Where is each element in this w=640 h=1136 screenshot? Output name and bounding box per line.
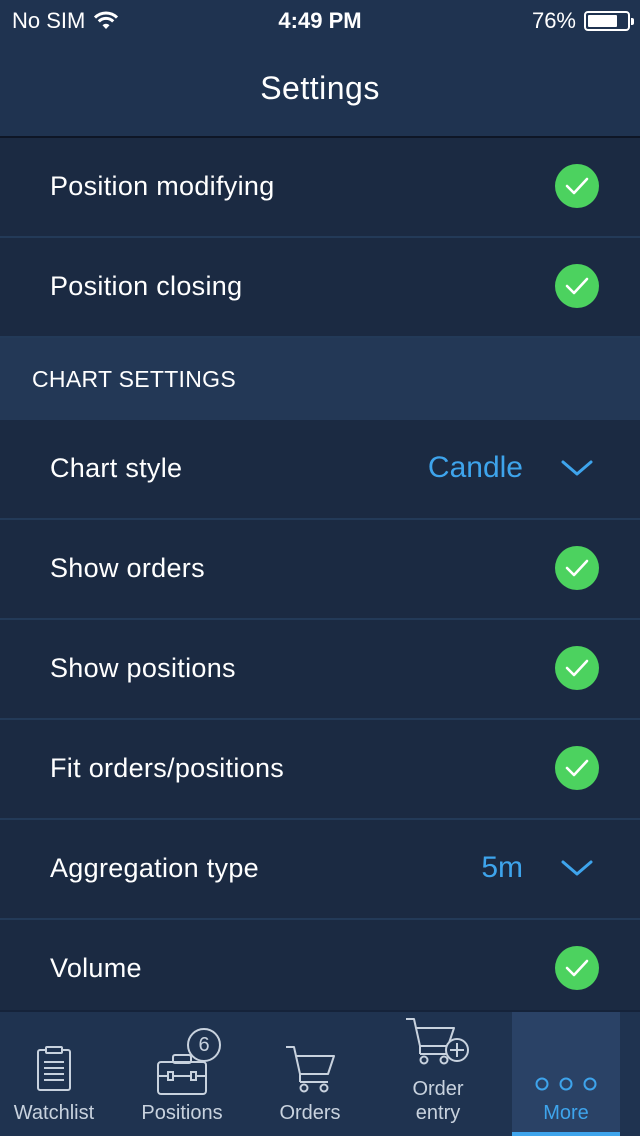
cart-icon [286, 1046, 335, 1093]
battery-level [588, 15, 617, 27]
setting-row-chart-style[interactable]: Chart style Candle [0, 420, 640, 520]
aggregation-type-value[interactable]: 5m [481, 820, 523, 916]
check-icon[interactable] [555, 264, 599, 308]
tab-orders[interactable]: Orders [256, 1012, 384, 1136]
status-bar: No SIM 4:49 PM 76% [0, 0, 640, 40]
tab-label: Positions [141, 1102, 223, 1124]
chevron-down-icon[interactable] [560, 858, 594, 878]
setting-label: Chart style [50, 453, 183, 483]
setting-label: Aggregation type [50, 853, 259, 883]
tab-positions[interactable]: 6 Positions [128, 1012, 256, 1136]
clipboard-icon [37, 1046, 71, 1091]
setting-row-show-orders[interactable]: Show orders [0, 520, 640, 620]
battery-tip [631, 18, 634, 25]
tab-label: Orders [279, 1102, 341, 1124]
setting-label: Volume [50, 953, 142, 983]
chevron-down-icon[interactable] [560, 458, 594, 478]
setting-row-fit-orders-positions[interactable]: Fit orders/positions [0, 720, 640, 820]
battery-icon [584, 11, 634, 31]
tab-bar: Watchlist 6 Positions Orders Order entry… [0, 1010, 640, 1136]
more-dots-icon [535, 1077, 597, 1091]
setting-label: Show positions [50, 653, 236, 683]
section-header-chart-settings: CHART SETTINGS [0, 338, 640, 420]
tab-label-line2: entry [415, 1102, 461, 1124]
check-icon[interactable] [555, 746, 599, 790]
tab-label: Watchlist [13, 1102, 95, 1124]
setting-row-aggregation-type[interactable]: Aggregation type 5m [0, 820, 640, 920]
battery-percent: 76% [531, 8, 576, 33]
navigation-bar: Settings [0, 40, 640, 138]
setting-row-show-positions[interactable]: Show positions [0, 620, 640, 720]
setting-row-position-modifying[interactable]: Position modifying [0, 138, 640, 238]
settings-list[interactable]: Position modifying Position closing CHAR… [0, 138, 640, 1010]
setting-label: Show orders [50, 553, 205, 583]
setting-label: Fit orders/positions [50, 753, 285, 783]
setting-label: Position modifying [50, 171, 275, 201]
check-icon[interactable] [555, 946, 599, 990]
active-tab-indicator [512, 1132, 620, 1136]
tab-watchlist[interactable]: Watchlist [0, 1012, 128, 1136]
status-right: 76% [531, 8, 634, 34]
setting-row-position-closing[interactable]: Position closing [0, 238, 640, 338]
tab-label-line1: Order [412, 1078, 464, 1100]
page-title: Settings [260, 70, 380, 106]
setting-label: Position closing [50, 271, 243, 301]
section-title: CHART SETTINGS [32, 366, 236, 392]
tab-order-entry[interactable]: Order entry [384, 1012, 512, 1136]
tab-more[interactable]: More [512, 1012, 620, 1136]
positions-count-badge: 6 [187, 1028, 221, 1062]
check-icon[interactable] [555, 646, 599, 690]
cart-add-icon [406, 1018, 469, 1065]
chart-style-value[interactable]: Candle [428, 420, 523, 516]
check-icon[interactable] [555, 164, 599, 208]
tab-label: More [543, 1102, 589, 1124]
setting-row-volume[interactable]: Volume [0, 920, 640, 1010]
check-icon[interactable] [555, 546, 599, 590]
